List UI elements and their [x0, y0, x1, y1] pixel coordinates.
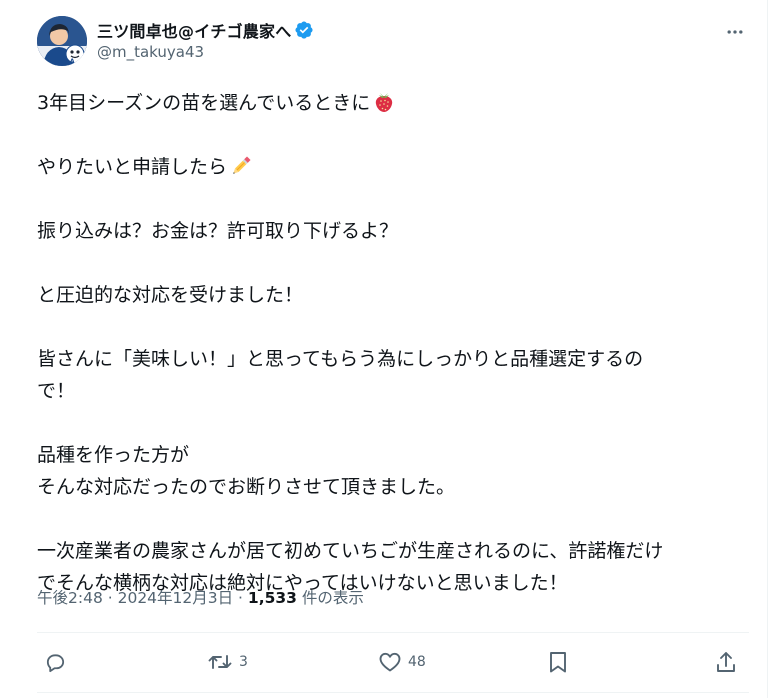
ellipsis-icon — [727, 30, 743, 34]
timestamp-date[interactable]: 2024年12月3日 — [118, 589, 234, 607]
tweet-meta: 午後2:48 · 2024年12月3日 · 1,533 件の表示 — [37, 586, 364, 608]
card-border — [767, 0, 768, 698]
action-bar: 3 48 — [37, 645, 749, 679]
display-name[interactable]: 三ツ間卓也@イチゴ農家へ — [97, 18, 291, 42]
paragraph-line: 一次産業者の農家さんが居て初めていちごが生産されるのに、許諾権だけ — [37, 540, 664, 562]
timestamp-time[interactable]: 午後2:48 — [37, 589, 103, 607]
avatar[interactable]: LA — [37, 16, 87, 66]
author-block: 三ツ間卓也@イチゴ農家へ @m_takuya43 — [97, 18, 314, 61]
paragraph-line: 品種を作った方が — [37, 444, 190, 466]
svg-text:LA: LA — [66, 58, 75, 65]
paragraph: 品種を作った方が そんな対応だったのでお断りさせて頂きました。 — [37, 439, 749, 503]
like-count: 48 — [408, 654, 426, 670]
reply-button[interactable] — [44, 645, 73, 679]
paragraph-line: と圧迫的な対応を受けました！ — [37, 284, 304, 306]
bookmark-icon — [550, 652, 566, 673]
retweet-icon — [208, 655, 232, 669]
paragraph-line: 振り込みは？お金は？許可取り下げるよ？ — [37, 220, 399, 242]
divider — [37, 692, 749, 693]
tweet-header: LA 三ツ間卓也@イチゴ農家へ @m_takuya43 — [37, 16, 747, 72]
pencil-icon — [229, 154, 253, 178]
retweet-button[interactable]: 3 — [207, 645, 248, 679]
paragraph-line: そんな対応だったのでお断りさせて頂きました。 — [37, 476, 456, 498]
paragraph: と圧迫的な対応を受けました！ — [37, 279, 749, 311]
views-count: 1,533 — [247, 589, 297, 607]
handle[interactable]: @m_takuya43 — [97, 43, 314, 61]
heart-icon — [379, 652, 401, 672]
tweet-card: LA 三ツ間卓也@イチゴ農家へ @m_takuya43 3年目シーズンの苗を選ん… — [0, 0, 774, 698]
retweet-count: 3 — [239, 654, 248, 670]
reply-icon — [46, 653, 65, 672]
like-button[interactable]: 48 — [378, 645, 426, 679]
strawberry-icon — [372, 90, 396, 114]
paragraph: 3年目シーズンの苗を選んでいるときに — [37, 87, 749, 119]
meta-separator: · — [102, 589, 118, 607]
paragraph: 皆さんに「美味しい！」と思ってもらう為にしっかりと品種選定するの で！ — [37, 343, 749, 407]
verified-badge-icon — [294, 20, 314, 40]
divider — [37, 632, 749, 633]
paragraph: 振り込みは？お金は？許可取り下げるよ？ — [37, 215, 749, 247]
share-icon — [717, 652, 735, 672]
meta-separator: · — [233, 589, 248, 607]
more-options-button[interactable] — [723, 20, 747, 44]
paragraph: やりたいと申請したら — [37, 151, 749, 183]
paragraph-line: で！ — [37, 380, 76, 402]
line-text: 3年目シーズンの苗を選んでいるときに — [37, 92, 371, 114]
paragraph-line: 皆さんに「美味しい！」と思ってもらう為にしっかりと品種選定するの — [37, 348, 644, 370]
bookmark-button[interactable] — [547, 645, 575, 679]
paragraph-line: やりたいと申請したら — [37, 151, 749, 183]
line-text: やりたいと申請したら — [37, 156, 228, 178]
paragraph-line: 3年目シーズンの苗を選んでいるときに — [37, 87, 749, 119]
views-label: 件の表示 — [296, 589, 364, 607]
share-button[interactable] — [715, 645, 743, 679]
tweet-body: 3年目シーズンの苗を選んでいるときに やりたいと申請したら 振り込みは？お金は？… — [37, 87, 749, 599]
